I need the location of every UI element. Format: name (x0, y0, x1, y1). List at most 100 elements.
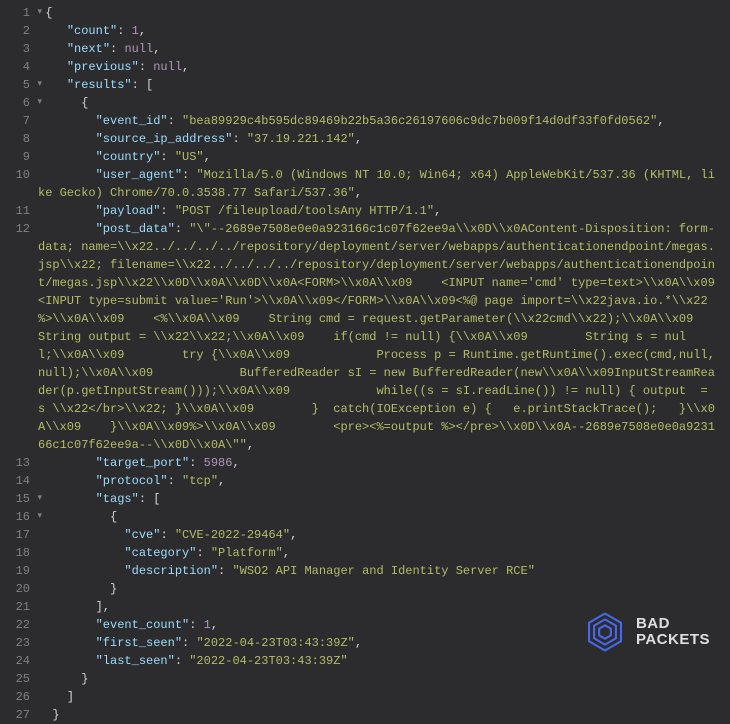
token-punct: ] (67, 690, 74, 704)
code-line: 14 "protocol": "tcp", (0, 472, 730, 490)
token-punct: : (232, 132, 246, 146)
line-number: 3 (0, 40, 38, 58)
code-line: 18 "category": "Platform", (0, 544, 730, 562)
line-number: 26 (0, 688, 38, 706)
token-punct: , (355, 636, 362, 650)
code-content: { (38, 94, 730, 112)
token-punct: , (247, 438, 254, 452)
token-string: "37.19.221.142" (247, 132, 355, 146)
code-content: "next": null, (38, 40, 730, 58)
code-line: 9 "country": "US", (0, 148, 730, 166)
line-number: 11 (0, 202, 38, 220)
token-string: "tcp" (182, 474, 218, 488)
line-number: 19 (0, 562, 38, 580)
token-string: "2022-04-23T03:43:39Z" (196, 636, 354, 650)
code-line: 1▾ { (0, 4, 730, 22)
code-content: "source_ip_address": "37.19.221.142", (38, 130, 730, 148)
token-punct: : (218, 564, 232, 578)
line-number: 2 (0, 22, 38, 40)
code-line: 7 "event_id": "bea89929c4b595dc89469b22b… (0, 112, 730, 130)
line-number: 6▾ (0, 94, 38, 112)
token-key: "category" (124, 546, 196, 560)
token-punct: : (175, 654, 189, 668)
token-punct: : (182, 636, 196, 650)
line-number: 23 (0, 634, 38, 652)
code-content: "post_data": "\"--2689e7508e0e0a923166c1… (38, 220, 730, 454)
code-line: 3 "next": null, (0, 40, 730, 58)
token-key: "country" (96, 150, 161, 164)
token-key: "user_agent" (96, 168, 182, 182)
code-content: "payload": "POST /fileupload/toolsAny HT… (38, 202, 730, 220)
code-line: 26 ] (0, 688, 730, 706)
code-content: { (38, 508, 730, 526)
code-content: "protocol": "tcp", (38, 472, 730, 490)
token-key: "description" (124, 564, 218, 578)
code-content: "event_id": "bea89929c4b595dc89469b22b5a… (38, 112, 730, 130)
token-key: "post_data" (96, 222, 175, 236)
token-null: null (153, 60, 182, 74)
token-string: "2022-04-23T03:43:39Z" (189, 654, 347, 668)
line-number: 16▾ (0, 508, 38, 526)
token-key: "first_seen" (96, 636, 182, 650)
line-number: 4 (0, 58, 38, 76)
token-key: "target_port" (96, 456, 190, 470)
token-punct: ], (96, 600, 110, 614)
token-key: "source_ip_address" (96, 132, 233, 146)
token-punct: , (232, 456, 239, 470)
token-punct: : (168, 474, 182, 488)
token-key: "tags" (96, 492, 139, 506)
token-punct: { (110, 510, 117, 524)
fold-icon[interactable]: ▾ (37, 78, 42, 92)
token-number: 1 (132, 24, 139, 38)
line-number: 17 (0, 526, 38, 544)
line-number: 13 (0, 454, 38, 472)
token-key: "event_count" (96, 618, 190, 632)
token-key: "payload" (96, 204, 161, 218)
code-line: 10 "user_agent": "Mozilla/5.0 (Windows N… (0, 166, 730, 202)
token-punct: : (110, 42, 124, 56)
code-content: "country": "US", (38, 148, 730, 166)
token-string: "Platform" (211, 546, 283, 560)
line-number: 18 (0, 544, 38, 562)
code-line: 12 "post_data": "\"--2689e7508e0e0a92316… (0, 220, 730, 454)
code-content: "cve": "CVE-2022-29464", (38, 526, 730, 544)
code-content: "description": "WSO2 API Manager and Ide… (38, 562, 730, 580)
token-punct: , (153, 42, 160, 56)
code-line: 25 } (0, 670, 730, 688)
line-number: 24 (0, 652, 38, 670)
code-content: "tags": [ (38, 490, 730, 508)
line-number: 7 (0, 112, 38, 130)
line-number: 21 (0, 598, 38, 616)
fold-icon[interactable]: ▾ (37, 510, 42, 524)
code-line: 2 "count": 1, (0, 22, 730, 40)
fold-icon[interactable]: ▾ (37, 492, 42, 506)
code-content: { (38, 4, 730, 22)
token-string: "CVE-2022-29464" (175, 528, 290, 542)
token-punct: , (283, 546, 290, 560)
token-punct: , (657, 114, 664, 128)
token-punct: : (175, 222, 189, 236)
token-punct: : (160, 204, 174, 218)
code-line: 20 } (0, 580, 730, 598)
token-punct: : [ (139, 492, 161, 506)
code-content: "category": "Platform", (38, 544, 730, 562)
token-key: "last_seen" (96, 654, 175, 668)
token-punct: , (218, 474, 225, 488)
watermark-text-1: BAD (636, 616, 710, 632)
code-content: } (38, 706, 730, 724)
line-number: 12 (0, 220, 38, 238)
code-content: "user_agent": "Mozilla/5.0 (Windows NT 1… (38, 166, 730, 202)
line-number: 5▾ (0, 76, 38, 94)
fold-icon[interactable]: ▾ (37, 96, 42, 110)
code-line: 17 "cve": "CVE-2022-29464", (0, 526, 730, 544)
token-key: "protocol" (96, 474, 168, 488)
line-number: 15▾ (0, 490, 38, 508)
token-string: "US" (175, 150, 204, 164)
code-line: 27 } (0, 706, 730, 724)
code-content: "last_seen": "2022-04-23T03:43:39Z" (38, 652, 730, 670)
fold-icon[interactable]: ▾ (37, 6, 42, 20)
token-number: 1 (204, 618, 211, 632)
token-string: "POST /fileupload/toolsAny HTTP/1.1" (175, 204, 434, 218)
token-punct: , (290, 528, 297, 542)
token-punct: : (117, 24, 131, 38)
